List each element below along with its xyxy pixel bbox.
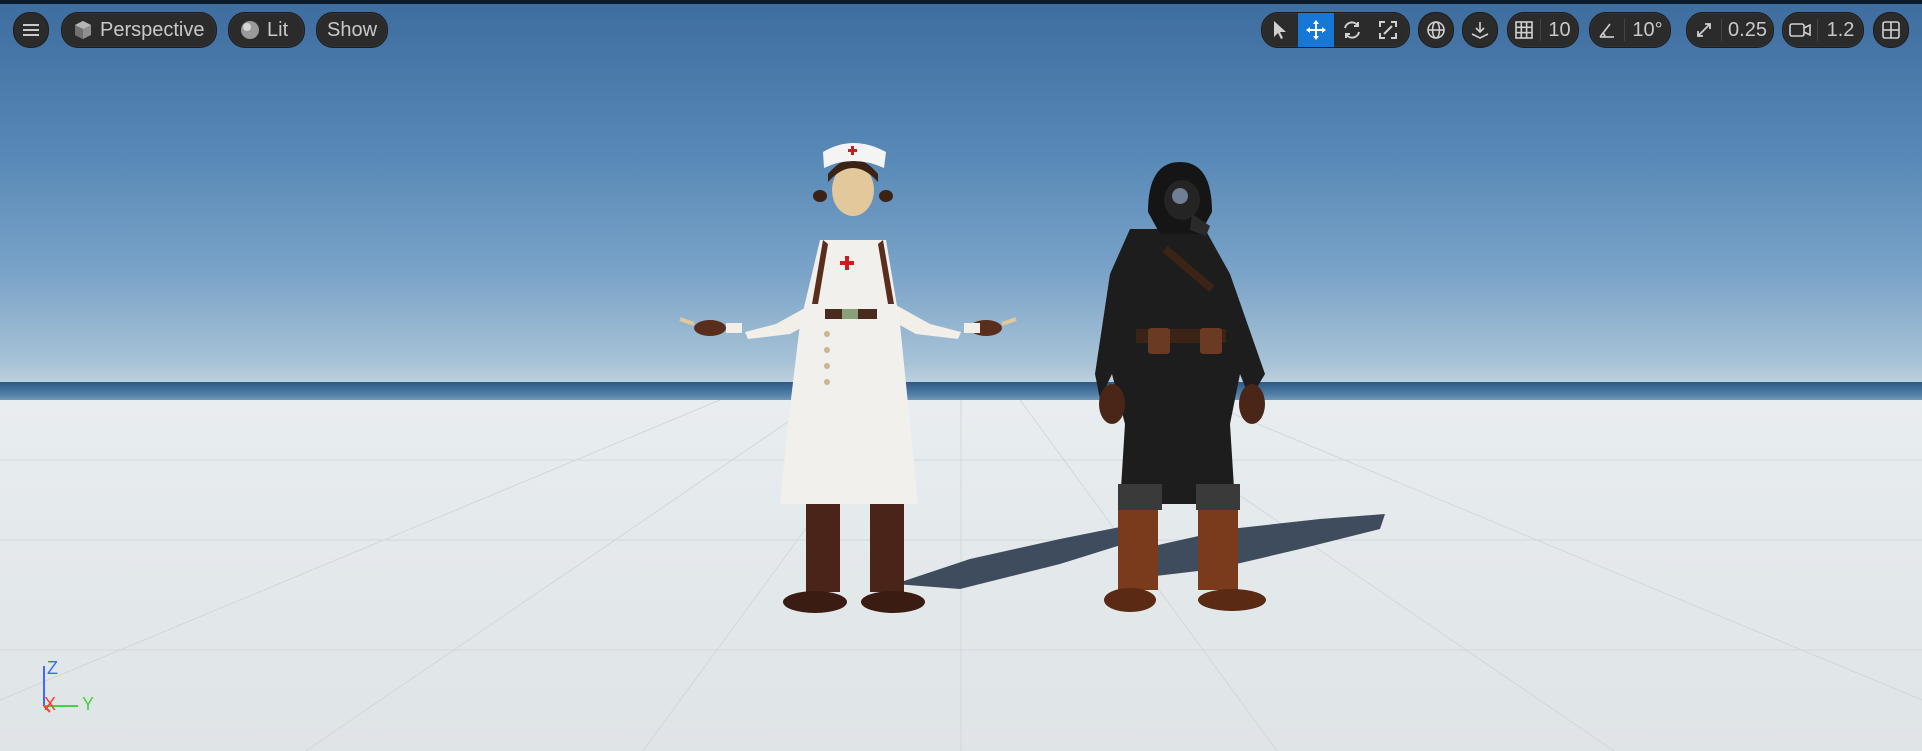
select-tool-button[interactable] — [1262, 13, 1298, 47]
lit-label: Lit — [267, 18, 289, 41]
rotation-snap-group[interactable]: 10° — [1589, 12, 1671, 48]
axis-z-label: Z — [47, 658, 58, 678]
rotate-arrows-icon — [1344, 21, 1360, 39]
surface-snapping-button[interactable] — [1462, 12, 1498, 48]
scale-snap-value: 0.25 — [1728, 18, 1767, 41]
axis-y-label: Y — [82, 694, 95, 714]
lit-view-mode-button[interactable]: Lit — [228, 12, 305, 48]
soldier-shadow — [1130, 514, 1385, 579]
rotation-snap-value: 10° — [1632, 18, 1663, 41]
grid-snap-group[interactable]: 10 — [1507, 12, 1579, 48]
rotate-tool-button[interactable] — [1334, 13, 1370, 47]
world-local-toggle-button[interactable] — [1418, 12, 1454, 48]
scale-expand-icon — [1379, 21, 1397, 39]
characters-layer — [679, 143, 1385, 613]
cursor-arrow-icon — [1274, 21, 1286, 39]
globe-icon — [1427, 21, 1445, 39]
camera-speed-group[interactable]: 1.2 — [1782, 12, 1864, 48]
camera-speed-value: 1.2 — [1826, 18, 1855, 41]
camera-icon — [1789, 23, 1811, 37]
axis-gizmo: Z X Y — [40, 656, 110, 716]
layout-grid-icon — [1882, 21, 1900, 39]
translate-tool-button[interactable] — [1298, 13, 1334, 47]
show-flags-button[interactable]: Show — [316, 12, 388, 48]
scale-snap-group[interactable]: 0.25 — [1686, 12, 1774, 48]
viewport-menu-button[interactable] — [13, 12, 49, 48]
transform-tools-group — [1261, 12, 1410, 48]
nurse-shadow — [895, 524, 1140, 589]
level-viewport[interactable] — [0, 4, 1922, 751]
surface-snap-icon — [1471, 22, 1489, 39]
grid-icon — [1515, 21, 1533, 39]
angle-icon — [1599, 23, 1614, 38]
hamburger-menu-icon — [23, 24, 39, 36]
lit-sphere-icon — [241, 21, 259, 39]
show-label: Show — [326, 18, 378, 41]
scale-snap-icon — [1697, 23, 1711, 37]
viewport-layout-button[interactable] — [1873, 12, 1909, 48]
scale-tool-button[interactable] — [1370, 13, 1406, 47]
perspective-label: Perspective — [100, 18, 205, 41]
grid-snap-value: 10 — [1548, 18, 1571, 41]
nurse-character — [679, 143, 1017, 613]
move-arrows-icon — [1306, 20, 1326, 40]
perspective-button[interactable]: Perspective — [61, 12, 217, 48]
perspective-cube-icon — [75, 21, 91, 39]
axis-x-label: X — [44, 694, 57, 714]
